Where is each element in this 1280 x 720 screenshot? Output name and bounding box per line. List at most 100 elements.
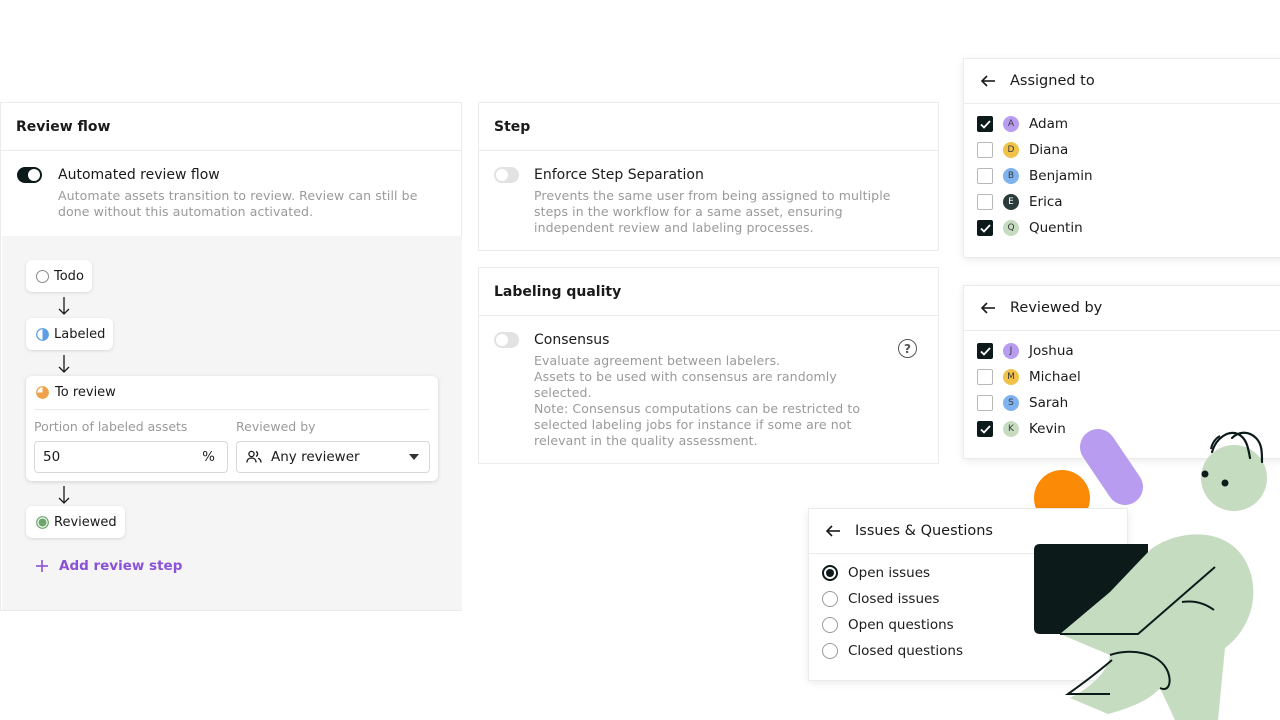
labeling-quality-title: Labeling quality bbox=[479, 268, 938, 316]
arrow-left-icon[interactable] bbox=[980, 74, 996, 88]
avatar: A bbox=[1003, 116, 1019, 132]
issue-filter-label: Closed questions bbox=[848, 643, 963, 659]
issue-filter-label: Open questions bbox=[848, 617, 954, 633]
radio-unselected[interactable] bbox=[822, 591, 838, 607]
user-option-row[interactable]: M Michael bbox=[977, 367, 1081, 387]
portion-label: Portion of labeled assets bbox=[34, 419, 188, 434]
reviewed-by-popover: Reviewed by J Joshua M Michael S Sarah K Kevin bbox=[963, 285, 1280, 459]
user-option-row[interactable]: D Diana bbox=[977, 140, 1068, 160]
step-separation-desc-1: Prevents the same user from being assign… bbox=[534, 188, 891, 203]
review-flow-title: Review flow bbox=[1, 103, 461, 151]
checkbox-checked[interactable] bbox=[977, 421, 993, 437]
avatar: E bbox=[1003, 194, 1019, 210]
status-todo[interactable]: Todo bbox=[26, 260, 92, 292]
user-name: Benjamin bbox=[1029, 168, 1093, 184]
issues-questions-popover: Issues & Questions Open issues Closed iss… bbox=[808, 508, 1128, 681]
character-arm-line bbox=[1181, 600, 1215, 611]
reviewed-by-label: Reviewed by bbox=[236, 419, 316, 434]
status-labeled[interactable]: Labeled bbox=[26, 318, 114, 350]
step-separation-toggle[interactable] bbox=[494, 167, 519, 183]
issue-filter-option[interactable]: Open questions bbox=[822, 615, 954, 635]
consensus-toggle[interactable] bbox=[494, 332, 519, 348]
consensus-desc-1: Evaluate agreement between labelers. bbox=[534, 353, 781, 368]
issue-filter-option[interactable]: Open issues bbox=[822, 563, 930, 583]
user-option-row[interactable]: Q Quentin bbox=[977, 218, 1083, 238]
consensus-desc-3: selected. bbox=[534, 385, 592, 400]
issue-filter-option[interactable]: Closed issues bbox=[822, 589, 939, 609]
portion-unit: % bbox=[202, 449, 215, 465]
add-review-step-label: Add review step bbox=[59, 558, 183, 574]
arrow-left-icon[interactable] bbox=[980, 301, 996, 315]
issue-filter-label: Open issues bbox=[848, 565, 931, 581]
reviewer-select[interactable]: Any reviewer bbox=[236, 441, 430, 473]
user-name: Sarah bbox=[1029, 395, 1069, 411]
arrow-left-icon[interactable] bbox=[825, 524, 841, 538]
automated-review-desc-2: done without this automation activated. bbox=[58, 204, 314, 219]
checkbox-checked[interactable] bbox=[977, 220, 993, 236]
checkbox-unchecked[interactable] bbox=[977, 168, 993, 184]
avatar: D bbox=[1003, 142, 1019, 158]
check-icon bbox=[979, 223, 991, 233]
issues-questions-title: Issues & Questions bbox=[855, 523, 993, 539]
labeling-quality-card: Labeling quality Consensus Evaluate agre… bbox=[478, 267, 939, 464]
issue-filter-option[interactable]: Closed questions bbox=[822, 641, 963, 661]
user-option-row[interactable]: S Sarah bbox=[977, 393, 1068, 413]
flow-diagram-area: Todo Labeled To review Portion of labele… bbox=[2, 236, 462, 610]
status-to-review[interactable]: To review bbox=[36, 385, 116, 400]
user-name: Diana bbox=[1029, 142, 1069, 158]
reviewed-by-header: Reviewed by bbox=[964, 286, 1280, 331]
user-option-row[interactable]: B Benjamin bbox=[977, 166, 1093, 186]
issue-filter-label: Closed issues bbox=[848, 591, 940, 607]
automated-review-label: Automated review flow bbox=[58, 167, 220, 183]
checkbox-unchecked[interactable] bbox=[977, 395, 993, 411]
user-name: Erica bbox=[1029, 194, 1063, 210]
reviewed-by-title: Reviewed by bbox=[1010, 300, 1103, 316]
user-option-row[interactable]: A Adam bbox=[977, 114, 1068, 134]
arrow-down-icon bbox=[58, 297, 70, 315]
consensus-desc-5: selected labeling jobs for instance if s… bbox=[534, 417, 852, 432]
issues-questions-header: Issues & Questions bbox=[809, 509, 1127, 554]
consensus-desc-4: Note: Consensus computations can be rest… bbox=[534, 401, 861, 416]
status-todo-label: Todo bbox=[54, 268, 84, 284]
step-separation-label: Enforce Step Separation bbox=[534, 167, 704, 183]
checkbox-unchecked[interactable] bbox=[977, 194, 993, 210]
checkbox-checked[interactable] bbox=[977, 116, 993, 132]
user-name: Adam bbox=[1029, 116, 1068, 132]
arrow-down-icon bbox=[58, 486, 70, 504]
checkbox-checked[interactable] bbox=[977, 343, 993, 359]
assigned-to-title: Assigned to bbox=[1010, 73, 1095, 89]
divider bbox=[34, 409, 430, 410]
user-option-row[interactable]: E Erica bbox=[977, 192, 1063, 212]
arrow-down-icon bbox=[58, 355, 70, 373]
automated-review-desc-1: Automate assets transition to review. Re… bbox=[58, 188, 418, 203]
todo-status-icon bbox=[36, 269, 49, 283]
users-icon bbox=[246, 450, 262, 463]
checkbox-unchecked[interactable] bbox=[977, 142, 993, 158]
eye-dot bbox=[1221, 479, 1229, 487]
add-review-step-button[interactable]: Add review step bbox=[35, 558, 182, 574]
user-name: Michael bbox=[1029, 369, 1081, 385]
labeled-status-icon bbox=[36, 327, 49, 341]
user-option-row[interactable]: J Joshua bbox=[977, 341, 1074, 361]
step-card: Step Enforce Step Separation Prevents th… bbox=[478, 102, 939, 251]
checkbox-unchecked[interactable] bbox=[977, 369, 993, 385]
portion-value: 50 bbox=[43, 449, 61, 465]
consensus-desc-2: Assets to be used with consensus are ran… bbox=[534, 369, 837, 384]
radio-unselected[interactable] bbox=[822, 617, 838, 633]
to-review-step-box: To review Portion of labeled assets 50 %… bbox=[26, 376, 438, 481]
portion-input[interactable]: 50 % bbox=[34, 441, 228, 473]
status-labeled-label: Labeled bbox=[54, 326, 106, 342]
reviewed-status-icon bbox=[36, 515, 49, 529]
user-option-row[interactable]: K Kevin bbox=[977, 419, 1066, 439]
eye-dot bbox=[1201, 470, 1209, 478]
review-flow-card: Review flow Automated review flow Automa… bbox=[0, 102, 462, 611]
radio-unselected[interactable] bbox=[822, 643, 838, 659]
help-icon[interactable]: ? bbox=[898, 339, 917, 358]
avatar: M bbox=[1003, 369, 1019, 385]
to-review-status-icon bbox=[36, 386, 49, 399]
radio-selected[interactable] bbox=[822, 565, 838, 581]
avatar: S bbox=[1003, 395, 1019, 411]
status-reviewed[interactable]: Reviewed bbox=[26, 506, 125, 538]
automated-review-toggle[interactable] bbox=[17, 167, 42, 183]
check-icon bbox=[979, 346, 991, 356]
